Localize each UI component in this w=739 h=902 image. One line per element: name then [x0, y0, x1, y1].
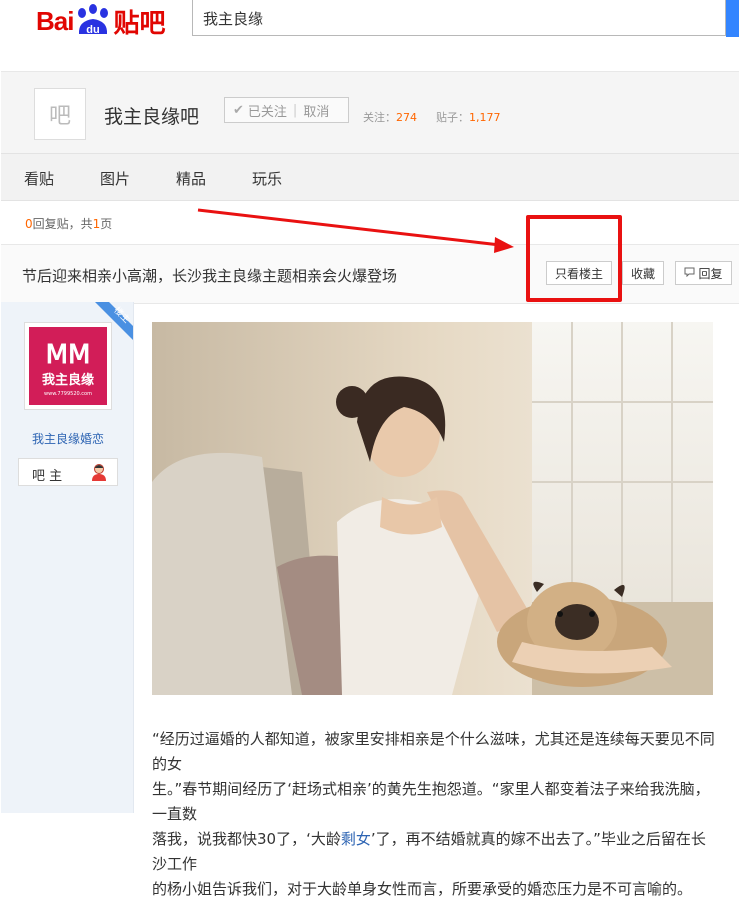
- posts-count: 1,177: [469, 111, 501, 124]
- role-badge: 吧 主: [18, 458, 118, 486]
- tab-pictures[interactable]: 图片: [100, 168, 130, 189]
- post-line: 落我，说我都快30了，‘大龄剩女’了，再不结婚就真的嫁不出去了。”毕业之后留在长…: [152, 827, 717, 877]
- tag-link[interactable]: 剩女: [341, 830, 371, 848]
- reply-text: 回复贴，共: [32, 217, 93, 231]
- logo-url-text: www.7799520.com: [44, 391, 92, 397]
- forum-avatar[interactable]: 吧: [34, 88, 86, 140]
- forum-stats: 关注：274 贴子：1,177: [363, 109, 501, 125]
- paw-icon: du: [74, 4, 112, 38]
- follow-label: 已关注: [247, 104, 287, 120]
- forum-name[interactable]: 我主良缘吧: [104, 102, 199, 129]
- search-input[interactable]: 我主良缘: [192, 0, 726, 36]
- collect-button[interactable]: 收藏: [622, 261, 664, 285]
- tab-fun[interactable]: 玩乐: [252, 168, 282, 189]
- divider: |: [292, 102, 298, 118]
- thread-title-bar: 节后迎来相亲小高潮，长沙我主良缘主题相亲会火爆登场 只看楼主 收藏 回复: [1, 244, 739, 304]
- comment-icon: [684, 266, 695, 280]
- logo-bai-text: Bai: [36, 5, 74, 36]
- op-badge-text: 楼主: [112, 304, 133, 325]
- reply-page-info: 0回复贴，共1页: [25, 215, 112, 232]
- role-label: 吧 主: [32, 469, 63, 484]
- post-photo: [152, 322, 713, 695]
- check-icon: ✔: [233, 102, 244, 118]
- tab-featured[interactable]: 精品: [176, 168, 206, 189]
- author-avatar[interactable]: ⅯⅯ 我主良缘 www.7799520.com: [24, 322, 112, 410]
- post-text: 落我，说我都快30了，‘大龄: [152, 830, 341, 848]
- baidu-tieba-logo[interactable]: Bai du 贴吧: [36, 4, 165, 38]
- followers-label: 关注：: [363, 111, 396, 124]
- admin-person-icon: [89, 462, 109, 486]
- author-name[interactable]: 我主良缘婚恋: [32, 430, 104, 447]
- posts-label: 贴子：: [436, 111, 469, 124]
- top-bar: Bai du 贴吧 我主良缘: [0, 0, 739, 64]
- follow-button[interactable]: ✔ 已关注 | 取消: [224, 97, 349, 123]
- post-line: “经历过逼婚的人都知道，被家里安排相亲是个什么滋味，尤其还是连续每天要见不同的女: [152, 730, 715, 773]
- followers-count: 274: [396, 111, 417, 124]
- forum-nav: 看贴 图片 精品 玩乐: [1, 153, 739, 201]
- forum-header: 吧 我主良缘吧 ✔ 已关注 | 取消 关注：274 贴子：1,177: [1, 71, 739, 154]
- page-suffix: 页: [100, 217, 113, 231]
- tab-threads[interactable]: 看贴: [24, 168, 54, 189]
- highlight-box: [526, 215, 622, 302]
- reply-label: 回复: [698, 266, 723, 281]
- svg-text:ⅯⅯ: ⅯⅯ: [46, 339, 91, 369]
- post-body: “经历过逼婚的人都知道，被家里安排相亲是个什么滋味，尤其还是连续每天要见不同的女…: [152, 727, 717, 902]
- logo-brand-text: 我主良缘: [42, 372, 94, 388]
- search-button[interactable]: [726, 0, 739, 37]
- reply-button[interactable]: 回复: [675, 261, 732, 285]
- thread-title: 节后迎来相亲小高潮，长沙我主良缘主题相亲会火爆登场: [22, 267, 398, 285]
- post-line: 的杨小姐告诉我们，对于大龄单身女性而言，所要承受的婚恋压力是不可言喻的。: [152, 880, 693, 898]
- reply-count: 0: [25, 217, 33, 231]
- post-line: 生。”春节期间经历了‘赶场式相亲’的黄先生抱怨道。“家里人都变着法子来给我洗脑，…: [152, 780, 710, 823]
- logo-du-text: du: [87, 24, 100, 36]
- logo-tieba-text: 贴吧: [113, 7, 166, 38]
- cancel-follow-label[interactable]: 取消: [303, 101, 329, 120]
